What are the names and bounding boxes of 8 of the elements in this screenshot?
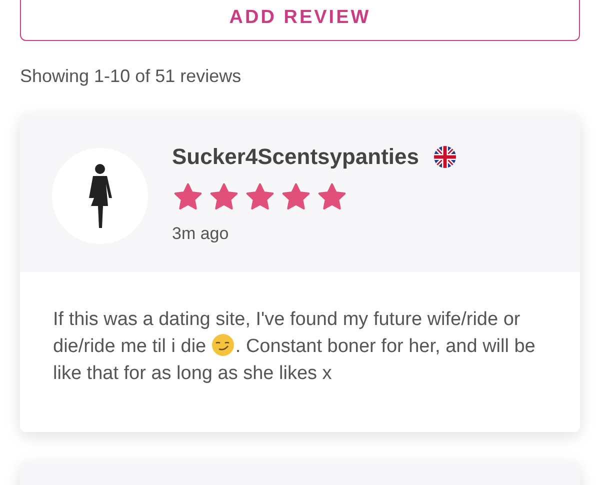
review-count-text: Showing 1-10 of 51 reviews bbox=[20, 65, 242, 88]
smirk-emoji-icon bbox=[211, 333, 236, 357]
female-figure-icon bbox=[86, 164, 114, 228]
username: Sucker4Scentsypanties bbox=[172, 143, 420, 171]
review-time: 3m ago bbox=[172, 223, 230, 245]
add-review-button[interactable]: ADD REVIEW bbox=[20, 0, 580, 41]
review-text: If this was a dating site, I've found my future wife/ride or die/ride me til i die . Constant boner for her, and will be like that for as long as she likes x bbox=[53, 308, 536, 386]
uk-flag-icon bbox=[433, 144, 458, 168]
